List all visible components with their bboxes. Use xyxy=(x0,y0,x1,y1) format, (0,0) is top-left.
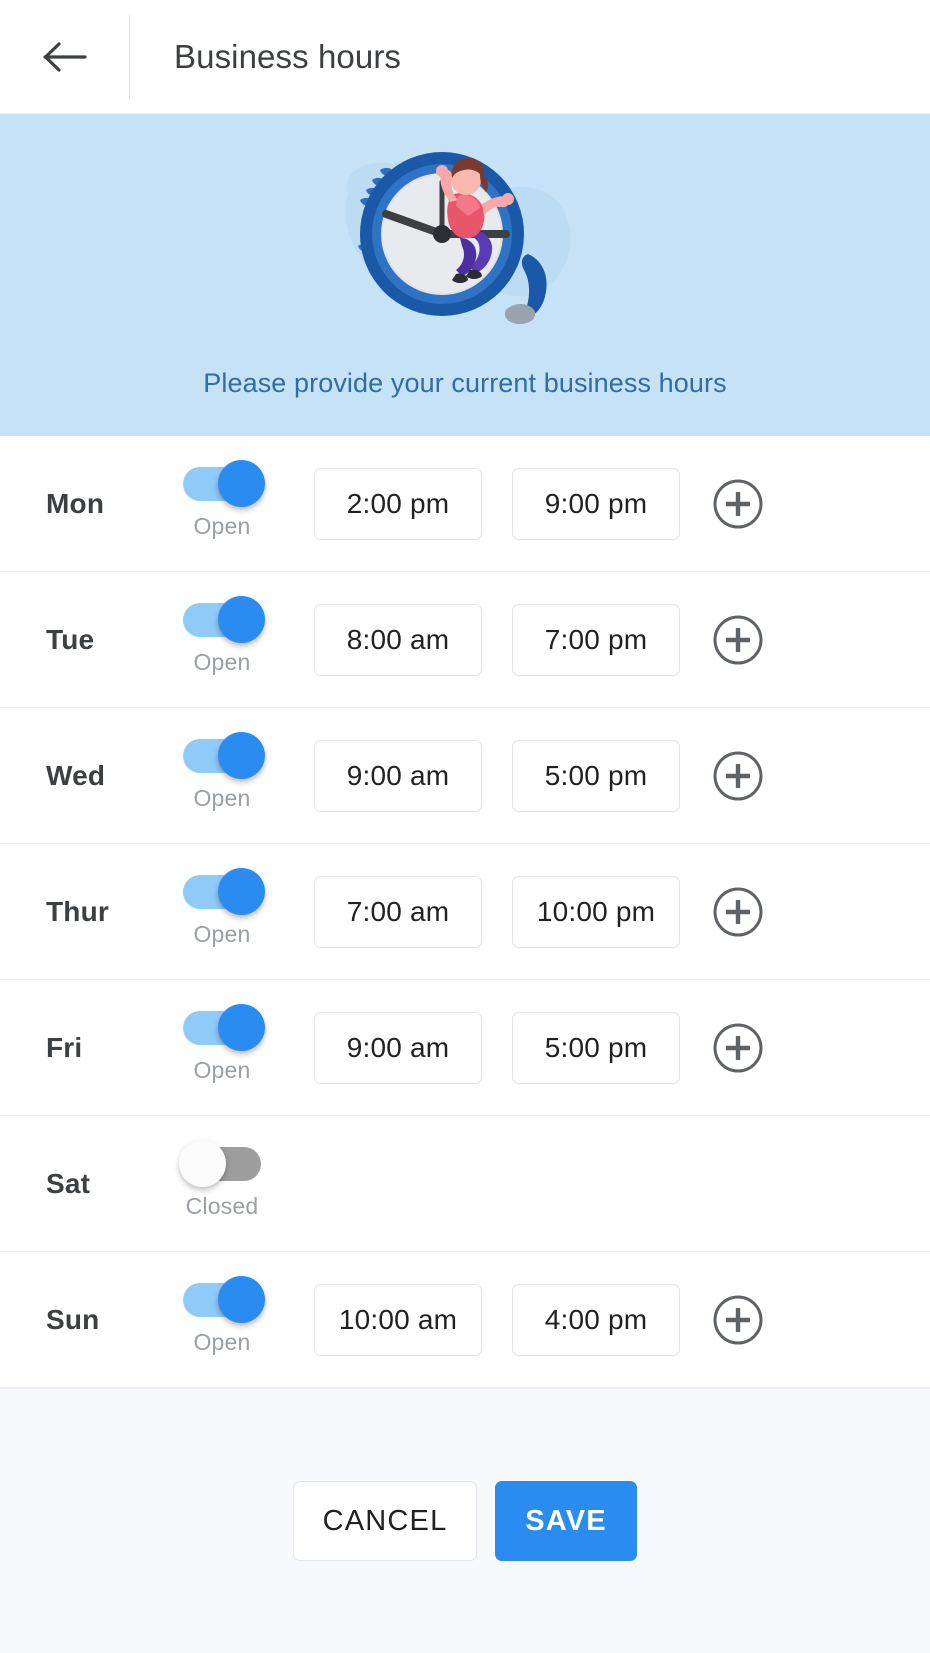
plus-circle-icon xyxy=(712,750,764,802)
closing-time-input[interactable]: 5:00 pm xyxy=(512,739,680,812)
toggle-track[interactable] xyxy=(183,460,265,507)
table-row: Thur Open 7:00 am 10:00 pm xyxy=(0,844,930,980)
toggle-track[interactable] xyxy=(183,1004,265,1051)
toggle-knob xyxy=(218,596,265,643)
opening-time-cell: 10:00 am xyxy=(314,1283,482,1356)
open-closed-toggle[interactable]: Open xyxy=(163,868,281,948)
table-row: Tue Open 8:00 am 7:00 pm xyxy=(0,572,930,708)
toggle-status-label: Open xyxy=(193,921,251,947)
table-row: Fri Open 9:00 am 5:00 pm xyxy=(0,980,930,1116)
day-label: Sat xyxy=(46,1167,91,1199)
toggle-knob xyxy=(218,1004,265,1051)
day-label: Fri xyxy=(46,1031,83,1063)
open-closed-toggle[interactable]: Open xyxy=(163,460,281,540)
opening-time-input[interactable]: 9:00 am xyxy=(314,1011,482,1084)
add-interval-button[interactable] xyxy=(712,886,764,938)
back-button[interactable] xyxy=(34,26,96,88)
toggle-status-label: Open xyxy=(193,1329,251,1355)
business-hours-list: Mon Open 2:00 pm 9:00 pm Tue Open 8:00 a… xyxy=(0,436,930,1388)
toggle-status-label: Open xyxy=(193,785,251,811)
opening-time-cell: 9:00 am xyxy=(314,739,482,812)
header-divider xyxy=(129,14,130,99)
toggle-knob xyxy=(218,1276,265,1323)
closing-time-input[interactable]: 9:00 pm xyxy=(512,467,680,540)
opening-time-cell: 8:00 am xyxy=(314,603,482,676)
day-label: Thur xyxy=(46,895,110,927)
table-row: Mon Open 2:00 pm 9:00 pm xyxy=(0,436,930,572)
plus-circle-icon xyxy=(712,1022,764,1074)
action-bar: CANCEL SAVE xyxy=(0,1388,930,1653)
toggle-track[interactable] xyxy=(183,732,265,779)
open-closed-toggle[interactable]: Open xyxy=(163,732,281,812)
table-row: Sun Open 10:00 am 4:00 pm xyxy=(0,1252,930,1388)
toggle-status-label: Open xyxy=(193,649,251,675)
table-row: Wed Open 9:00 am 5:00 pm xyxy=(0,708,930,844)
opening-time-input[interactable]: 7:00 am xyxy=(314,875,482,948)
closing-time-cell: 5:00 pm xyxy=(512,1011,680,1084)
toggle-status-label: Open xyxy=(193,1057,251,1083)
hero-banner: Please provide your current business hou… xyxy=(0,114,930,436)
toggle-track[interactable] xyxy=(183,868,265,915)
open-closed-toggle[interactable]: Open xyxy=(163,596,281,676)
toggle-knob xyxy=(179,1140,226,1187)
closing-time-input[interactable]: 4:00 pm xyxy=(512,1283,680,1356)
closing-time-cell: 9:00 pm xyxy=(512,467,680,540)
plus-circle-icon xyxy=(712,1294,764,1346)
opening-time-cell: 7:00 am xyxy=(314,875,482,948)
clock-illustration xyxy=(300,142,630,342)
toggle-track[interactable] xyxy=(183,1276,265,1323)
day-label: Tue xyxy=(46,623,95,655)
save-button[interactable]: SAVE xyxy=(495,1481,637,1561)
plus-circle-icon xyxy=(712,886,764,938)
closing-time-input[interactable]: 10:00 pm xyxy=(512,875,680,948)
add-interval-button[interactable] xyxy=(712,478,764,530)
business-hours-screen: Business hours Please provide your curre… xyxy=(0,0,930,1653)
add-interval-button[interactable] xyxy=(712,750,764,802)
day-label: Sun xyxy=(46,1303,100,1335)
open-closed-toggle[interactable]: Open xyxy=(163,1276,281,1356)
closing-time-cell: 7:00 pm xyxy=(512,603,680,676)
add-interval-button[interactable] xyxy=(712,614,764,666)
toggle-track[interactable] xyxy=(183,596,265,643)
plus-circle-icon xyxy=(712,614,764,666)
day-label: Wed xyxy=(46,759,106,791)
toggle-knob xyxy=(218,460,265,507)
closing-time-cell: 4:00 pm xyxy=(512,1283,680,1356)
opening-time-input[interactable]: 10:00 am xyxy=(314,1283,482,1356)
arrow-left-icon xyxy=(42,40,88,74)
opening-time-input[interactable]: 2:00 pm xyxy=(314,467,482,540)
cancel-button[interactable]: CANCEL xyxy=(293,1481,477,1561)
day-label: Mon xyxy=(46,487,105,519)
hero-caption: Please provide your current business hou… xyxy=(203,368,727,398)
closing-time-cell: 10:00 pm xyxy=(512,875,680,948)
plus-circle-icon xyxy=(712,478,764,530)
toggle-status-label: Open xyxy=(193,513,251,539)
opening-time-cell: 2:00 pm xyxy=(314,467,482,540)
opening-time-cell: 9:00 am xyxy=(314,1011,482,1084)
open-closed-toggle[interactable]: Closed xyxy=(163,1140,281,1220)
open-closed-toggle[interactable]: Open xyxy=(163,1004,281,1084)
toggle-track[interactable] xyxy=(179,1140,261,1187)
opening-time-input[interactable]: 9:00 am xyxy=(314,739,482,812)
add-interval-button[interactable] xyxy=(712,1294,764,1346)
table-row: Sat Closed xyxy=(0,1116,930,1252)
toggle-status-label: Closed xyxy=(185,1193,259,1219)
toggle-knob xyxy=(218,868,265,915)
toggle-knob xyxy=(218,732,265,779)
add-interval-button[interactable] xyxy=(712,1022,764,1074)
page-title: Business hours xyxy=(174,37,402,75)
app-header: Business hours xyxy=(0,0,930,114)
closing-time-cell: 5:00 pm xyxy=(512,739,680,812)
closing-time-input[interactable]: 5:00 pm xyxy=(512,1011,680,1084)
opening-time-input[interactable]: 8:00 am xyxy=(314,603,482,676)
closing-time-input[interactable]: 7:00 pm xyxy=(512,603,680,676)
